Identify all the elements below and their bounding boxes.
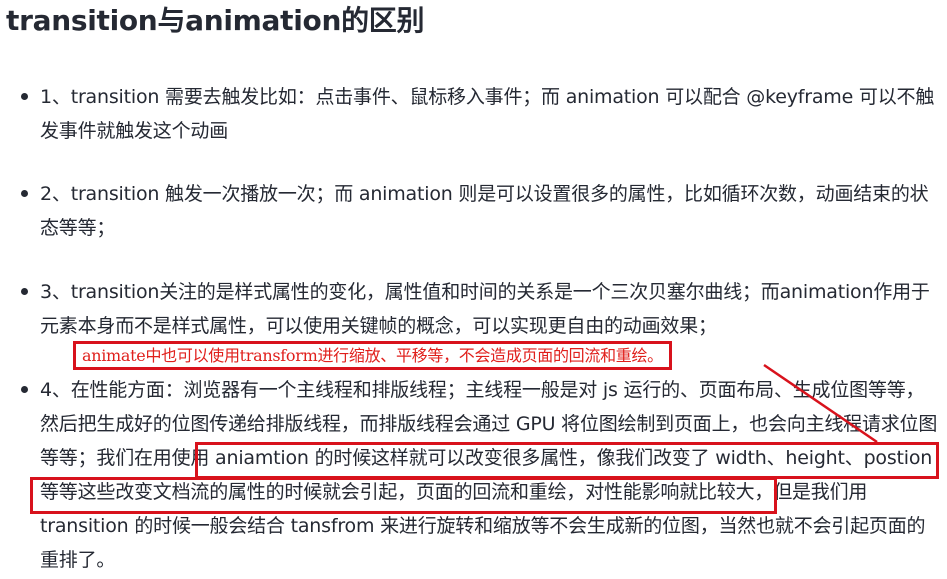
list-item-text: 1、transition 需要去触发比如：点击事件、鼠标移入事件；而 anima… (40, 86, 935, 142)
difference-list: 1、transition 需要去触发比如：点击事件、鼠标移入事件；而 anima… (0, 0, 947, 579)
annotation-note: animate中也可以使用transform进行缩放、平移等，不会造成页面的回流… (73, 341, 672, 370)
bullet-icon (21, 190, 28, 197)
list-item: 4、在性能方面：浏览器有一个主线程和排版线程；主线程一般是对 js 运行的、页面… (21, 373, 942, 577)
bullet-icon (21, 288, 28, 295)
list-item-text: 2、transition 触发一次播放一次；而 animation 则是可以设置… (40, 183, 929, 239)
list-item: 3、transition关注的是样式属性的变化，属性值和时间的关系是一个三次贝塞… (21, 275, 942, 343)
list-item: 2、transition 触发一次播放一次；而 animation 则是可以设置… (21, 177, 942, 245)
list-item-text: 3、transition关注的是样式属性的变化，属性值和时间的关系是一个三次贝塞… (40, 281, 930, 337)
bullet-icon (21, 93, 28, 100)
bullet-icon (21, 386, 28, 393)
list-item: 1、transition 需要去触发比如：点击事件、鼠标移入事件；而 anima… (21, 80, 942, 148)
